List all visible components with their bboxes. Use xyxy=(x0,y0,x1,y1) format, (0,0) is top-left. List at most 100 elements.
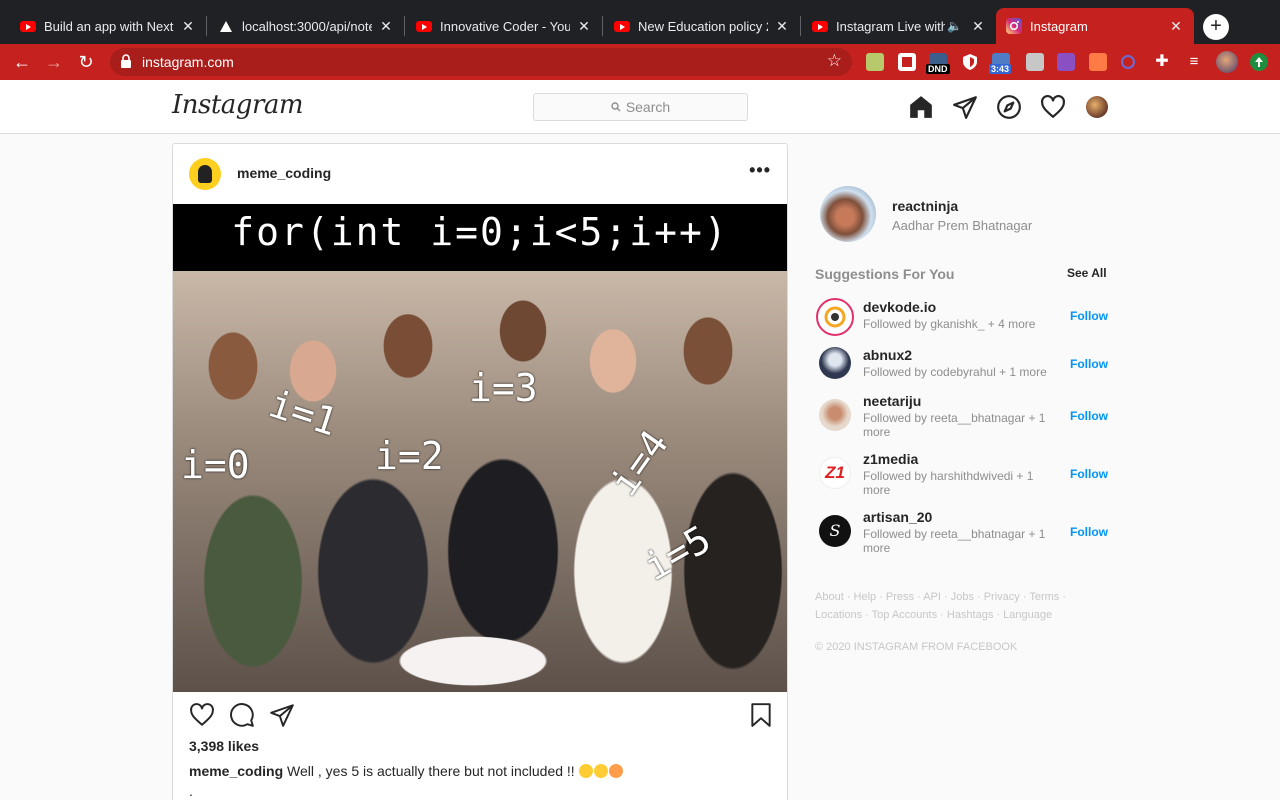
browser-tab[interactable]: New Education policy 2020 ✕ xyxy=(604,8,800,44)
browser-tab[interactable]: localhost:3000/api/notes ✕ xyxy=(208,8,404,44)
close-tab-icon[interactable]: ✕ xyxy=(970,18,986,35)
meme-label: i=0 xyxy=(181,443,250,487)
follow-button[interactable]: Follow xyxy=(1070,525,1108,539)
camera-extension-icon[interactable] xyxy=(1026,53,1044,71)
caption-username[interactable]: meme_coding xyxy=(189,763,283,779)
instagram-icon xyxy=(1006,18,1022,34)
follow-button[interactable]: Follow xyxy=(1070,409,1108,423)
tab-separator xyxy=(206,16,207,36)
suggestion-subtitle: Followed by gkanishk_ + 4 more xyxy=(863,317,1036,331)
reload-icon[interactable]: ↻ xyxy=(74,50,98,74)
puzzle-extensions-icon[interactable]: ✚ xyxy=(1150,50,1174,74)
shield-extension-icon[interactable] xyxy=(961,53,979,71)
browser-tab[interactable]: Build an app with Next.js ✕ xyxy=(10,8,206,44)
timer-extension-icon[interactable]: 3:43 xyxy=(989,53,1012,74)
meme-label: i=4 xyxy=(601,422,678,504)
profile-avatar[interactable] xyxy=(1086,96,1108,118)
close-tab-icon[interactable]: ✕ xyxy=(576,18,592,35)
close-tab-icon[interactable]: ✕ xyxy=(180,18,196,35)
share-icon[interactable] xyxy=(269,702,295,728)
browser-tab-active[interactable]: Instagram ✕ xyxy=(996,8,1194,44)
activity-heart-icon[interactable] xyxy=(1040,94,1066,120)
footer-links-line[interactable]: Locations · Top Accounts · Hashtags · La… xyxy=(815,606,1105,624)
follow-button[interactable]: Follow xyxy=(1070,309,1108,323)
suggestion-username[interactable]: devkode.io xyxy=(863,299,936,315)
youtube-icon xyxy=(614,18,630,34)
post-author-avatar[interactable] xyxy=(189,158,221,190)
update-icon[interactable] xyxy=(1250,53,1268,71)
tab-title: Innovative Coder - YouTube xyxy=(440,18,570,34)
video-extension-icon[interactable] xyxy=(898,53,916,71)
meme-photo: i=0 i=1 i=2 i=3 i=4 i=5 xyxy=(173,271,787,692)
new-tab-button[interactable]: + xyxy=(1203,14,1229,40)
profile-avatar[interactable] xyxy=(1216,51,1238,73)
see-all-link[interactable]: See All xyxy=(1067,266,1107,280)
search-placeholder: Search xyxy=(625,99,671,115)
suggestion-avatar[interactable] xyxy=(819,347,851,379)
post-image[interactable]: for(int i=0;i<5;i++) i=0 i=1 i=2 i=3 i=4… xyxy=(173,204,787,692)
suggestion-avatar[interactable]: S xyxy=(819,515,851,547)
caption-text: Well , yes 5 is actually there but not i… xyxy=(287,763,575,779)
tab-title: New Education policy 2020 xyxy=(638,18,768,34)
browser-toolbar: ← → ↻ instagram.com ☆ DND 3:43 ✚ ≡ xyxy=(0,44,1280,80)
suggestion-avatar[interactable] xyxy=(816,298,854,336)
browser-tabstrip: Build an app with Next.js ✕ localhost:30… xyxy=(0,0,1280,44)
more-options-icon[interactable]: ••• xyxy=(749,160,771,181)
youtube-icon xyxy=(20,18,36,34)
caption-continuation: . xyxy=(189,783,193,799)
color-extension-icon[interactable] xyxy=(1057,53,1075,71)
explore-icon[interactable] xyxy=(996,94,1022,120)
suggestion-subtitle: Followed by codebyrahul + 1 more xyxy=(863,365,1047,379)
meme-label: i=5 xyxy=(636,516,719,590)
browser-tab[interactable]: Instagram Live with 🔈 ✕ xyxy=(802,8,996,44)
suggestion-username[interactable]: z1media xyxy=(863,451,918,467)
comment-icon[interactable] xyxy=(229,702,255,728)
follow-button[interactable]: Follow xyxy=(1070,467,1108,481)
feed-post: meme_coding ••• for(int i=0;i<5;i++) i=0… xyxy=(172,143,788,800)
dnd-extension-icon[interactable]: DND xyxy=(926,53,950,74)
youtube-icon xyxy=(416,18,432,34)
suggestion-avatar[interactable] xyxy=(819,399,851,431)
tab-separator xyxy=(404,16,405,36)
suggestion-username[interactable]: neetariju xyxy=(863,393,921,409)
follow-button[interactable]: Follow xyxy=(1070,357,1108,371)
media-control-icon[interactable]: ≡ xyxy=(1182,50,1206,74)
back-icon[interactable]: ← xyxy=(10,50,34,74)
instagram-logo[interactable]: Instagram xyxy=(172,90,304,120)
suggestion-subtitle: Followed by harshithdwivedi + 1 more xyxy=(863,469,1034,497)
close-tab-icon[interactable]: ✕ xyxy=(1168,18,1184,35)
current-user-avatar[interactable] xyxy=(820,186,876,242)
post-author-username[interactable]: meme_coding xyxy=(237,165,331,181)
instagram-header: Instagram Search xyxy=(0,80,1280,134)
save-bookmark-icon[interactable] xyxy=(748,702,774,728)
suggestion-username[interactable]: artisan_20 xyxy=(863,509,932,525)
tab-title: Instagram Live with xyxy=(836,18,946,34)
direct-messages-icon[interactable] xyxy=(952,94,978,120)
search-extension-icon[interactable] xyxy=(1121,55,1135,69)
footer-links-line[interactable]: About · Help · Press · API · Jobs · Priv… xyxy=(815,588,1105,606)
suggestion-username[interactable]: abnux2 xyxy=(863,347,912,363)
close-tab-icon[interactable]: ✕ xyxy=(378,18,394,35)
likes-count[interactable]: 3,398 likes xyxy=(189,738,259,754)
forward-icon[interactable]: → xyxy=(42,50,66,74)
suggestion-subtitle: Followed by reeta__bhatnagar + 1 more xyxy=(863,411,1046,439)
search-input[interactable]: Search xyxy=(533,93,748,121)
speaker-icon[interactable]: 🔈 xyxy=(947,19,962,33)
close-tab-icon[interactable]: ✕ xyxy=(774,18,790,35)
meme-code-text: for(int i=0;i<5;i++) xyxy=(173,204,787,271)
home-icon[interactable] xyxy=(908,94,934,120)
footer-links: About · Help · Press · API · Jobs · Priv… xyxy=(815,588,1105,624)
bookmark-star-icon[interactable]: ☆ xyxy=(827,51,842,71)
post-actions xyxy=(173,692,787,742)
current-user-username[interactable]: reactninja xyxy=(892,198,958,214)
like-heart-icon[interactable] xyxy=(189,702,215,728)
suggestion-avatar[interactable]: Z1 xyxy=(819,457,851,489)
address-bar[interactable]: instagram.com ☆ xyxy=(110,48,852,76)
meme-label: i=2 xyxy=(375,434,444,478)
meme-label: i=3 xyxy=(469,366,538,410)
browser-tab[interactable]: Innovative Coder - YouTube ✕ xyxy=(406,8,602,44)
tools-extension-icon[interactable] xyxy=(1089,53,1107,71)
vercel-icon xyxy=(218,18,234,34)
sheets-extension-icon[interactable] xyxy=(866,53,884,71)
meme-label: i=1 xyxy=(263,381,343,445)
